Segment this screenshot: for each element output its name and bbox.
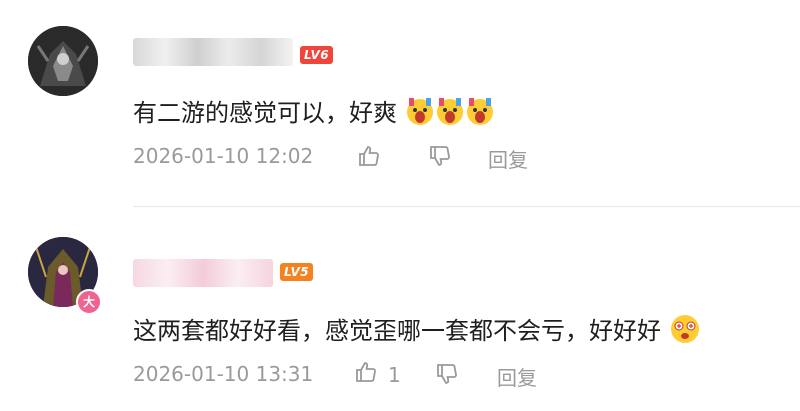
screaming-emoji-icon xyxy=(405,96,435,132)
level-badge: LV5 xyxy=(280,263,314,281)
screaming-emoji-icon xyxy=(465,96,495,132)
dislike-button[interactable] xyxy=(435,362,459,391)
level-badge: LV6 xyxy=(300,46,334,64)
username-blurred[interactable] xyxy=(133,259,273,287)
timestamp: 2026-01-10 12:02 xyxy=(133,144,314,168)
comment-item: 大 LV5 这两套都好好看，感觉歪哪一套都不会亏，好好好 2026-01-10 … xyxy=(0,207,800,411)
reply-button[interactable]: 回复 xyxy=(488,144,528,173)
comment-text-content: 这两套都好好看，感觉歪哪一套都不会亏，好好好 xyxy=(133,317,661,345)
like-button[interactable] xyxy=(357,144,381,173)
reply-label: 回复 xyxy=(488,148,528,172)
username-blurred[interactable] xyxy=(133,38,293,66)
vip-badge: 大 xyxy=(76,289,102,315)
comment-meta: 2026-01-10 12:02 xyxy=(133,144,793,174)
comment-item: LV6 有二游的感觉可以，好爽 2026-01-10 12:02 回复 xyxy=(0,0,800,205)
thumbs-down-icon xyxy=(428,144,452,173)
reply-button[interactable]: 回复 xyxy=(497,362,537,391)
comment-text: 有二游的感觉可以，好爽 xyxy=(133,93,495,132)
like-count: 1 xyxy=(388,362,401,387)
comment-meta: 2026-01-10 13:31 xyxy=(133,362,793,392)
comment-text: 这两套都好好看，感觉歪哪一套都不会亏，好好好 xyxy=(133,311,701,351)
reply-label: 回复 xyxy=(497,366,537,390)
thumbs-up-icon xyxy=(354,360,378,389)
thumbs-up-icon xyxy=(357,144,381,173)
dislike-button[interactable] xyxy=(428,144,452,173)
thumbs-down-icon xyxy=(435,362,459,391)
screaming-emoji-icon xyxy=(435,96,465,132)
comment-text-content: 有二游的感觉可以，好爽 xyxy=(133,99,397,127)
like-button[interactable]: 1 xyxy=(354,360,401,389)
avatar[interactable] xyxy=(28,26,98,96)
excited-emoji-icon xyxy=(669,313,701,351)
timestamp: 2026-01-10 13:31 xyxy=(133,362,314,386)
